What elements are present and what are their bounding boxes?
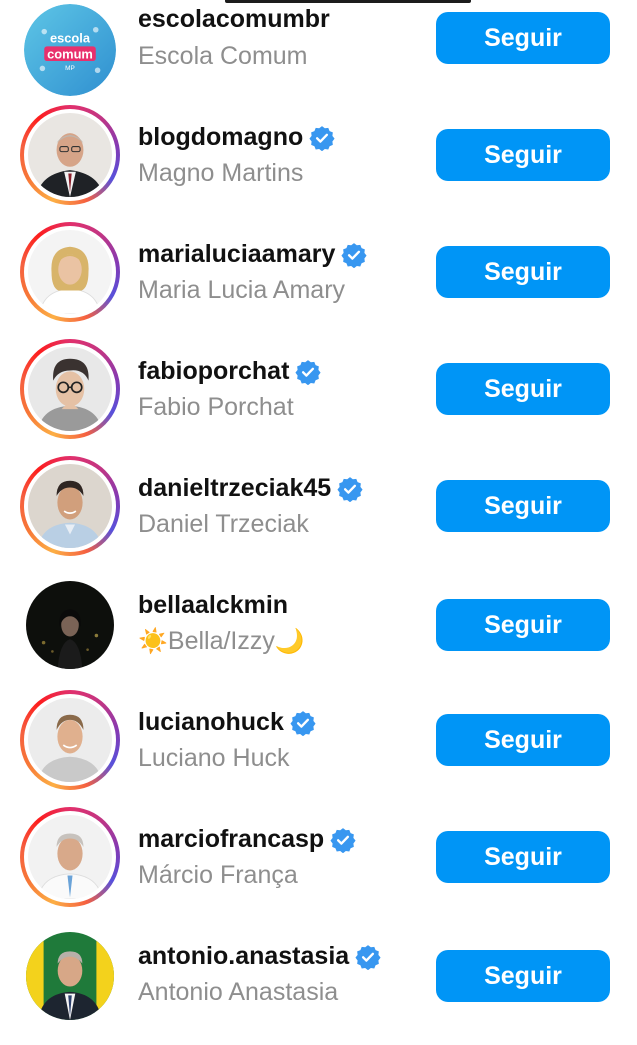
avatar[interactable] — [20, 222, 120, 322]
avatar[interactable] — [20, 926, 120, 1026]
verified-badge-icon — [309, 125, 335, 151]
username[interactable]: escolacomumbr — [138, 5, 330, 34]
list-item[interactable]: danieltrzeciak45 Daniel Trzeciak Seguir — [0, 456, 637, 577]
follow-button[interactable]: Seguir — [436, 599, 610, 651]
list-item[interactable]: bellaalckmin ☀️Bella/Izzy🌙 Seguir — [0, 577, 637, 694]
list-item[interactable]: blogdomagno Magno Martins Seguir — [0, 105, 637, 226]
list-item[interactable]: fabioporchat Fabio Porchat Seguir — [0, 339, 637, 460]
list-item[interactable]: escola comum MP escolacomumbr Escola Com… — [0, 0, 637, 109]
avatar[interactable] — [20, 807, 120, 907]
verified-badge-icon — [290, 710, 316, 736]
username[interactable]: danieltrzeciak45 — [138, 474, 363, 503]
full-name: Márcio França — [138, 861, 298, 889]
username[interactable]: marialuciaamary — [138, 240, 367, 269]
escola-comum-logo-icon: escola comum MP — [24, 4, 116, 96]
full-name: Fabio Porchat — [138, 393, 294, 421]
list-item[interactable]: lucianohuck Luciano Huck Seguir — [0, 690, 637, 811]
full-name: Antonio Anastasia — [138, 978, 339, 1006]
verified-badge-icon — [341, 242, 367, 268]
follow-button[interactable]: Seguir — [436, 363, 610, 415]
username[interactable]: antonio.anastasia — [138, 942, 381, 971]
list-item[interactable]: marciofrancasp Márcio França Seguir — [0, 807, 637, 928]
profile-photo-man-smiling-icon — [28, 464, 112, 548]
follow-button[interactable]: Seguir — [436, 714, 610, 766]
verified-badge-icon — [355, 944, 381, 970]
list-item[interactable]: antonio.anastasia Antonio Anastasia Segu… — [0, 928, 637, 1045]
avatar[interactable] — [20, 456, 120, 556]
sun-emoji: ☀️ — [138, 628, 168, 655]
avatar[interactable]: escola comum MP — [20, 0, 120, 100]
svg-text:comum: comum — [47, 46, 93, 61]
profile-photo-man-glasses-icon — [28, 347, 112, 431]
profile-photo-man-casual-icon — [28, 698, 112, 782]
profile-photo-man-suit-icon — [28, 113, 112, 197]
profile-photo-man-flag-icon — [26, 932, 114, 1020]
follow-button[interactable]: Seguir — [436, 246, 610, 298]
avatar[interactable] — [20, 575, 120, 675]
svg-text:MP: MP — [65, 65, 75, 72]
profile-photo-woman-night-icon — [26, 581, 114, 669]
username[interactable]: marciofrancasp — [138, 825, 356, 854]
svg-text:escola: escola — [50, 31, 91, 46]
verified-badge-icon — [337, 476, 363, 502]
full-name: Luciano Huck — [138, 744, 290, 772]
verified-badge-icon — [330, 827, 356, 853]
full-name: Daniel Trzeciak — [138, 510, 309, 538]
verified-badge-icon — [295, 359, 321, 385]
follow-button[interactable]: Seguir — [436, 950, 610, 1002]
profile-photo-woman-blonde-icon — [28, 230, 112, 314]
username[interactable]: lucianohuck — [138, 708, 316, 737]
follow-button[interactable]: Seguir — [436, 831, 610, 883]
username[interactable]: blogdomagno — [138, 123, 335, 152]
follow-button[interactable]: Seguir — [436, 129, 610, 181]
follow-button[interactable]: Seguir — [436, 12, 610, 64]
profile-photo-man-white-shirt-icon — [28, 815, 112, 899]
moon-emoji: 🌙 — [274, 628, 305, 655]
full-name: ☀️Bella/Izzy🌙 — [138, 627, 305, 655]
username[interactable]: bellaalckmin — [138, 591, 288, 620]
full-name: Escola Comum — [138, 42, 308, 70]
username[interactable]: fabioporchat — [138, 357, 321, 386]
follow-button[interactable]: Seguir — [436, 480, 610, 532]
full-name: Maria Lucia Amary — [138, 276, 346, 304]
avatar[interactable] — [20, 105, 120, 205]
avatar[interactable] — [20, 690, 120, 790]
avatar[interactable] — [20, 339, 120, 439]
list-item[interactable]: marialuciaamary Maria Lucia Amary Seguir — [0, 222, 637, 343]
full-name: Magno Martins — [138, 159, 304, 187]
